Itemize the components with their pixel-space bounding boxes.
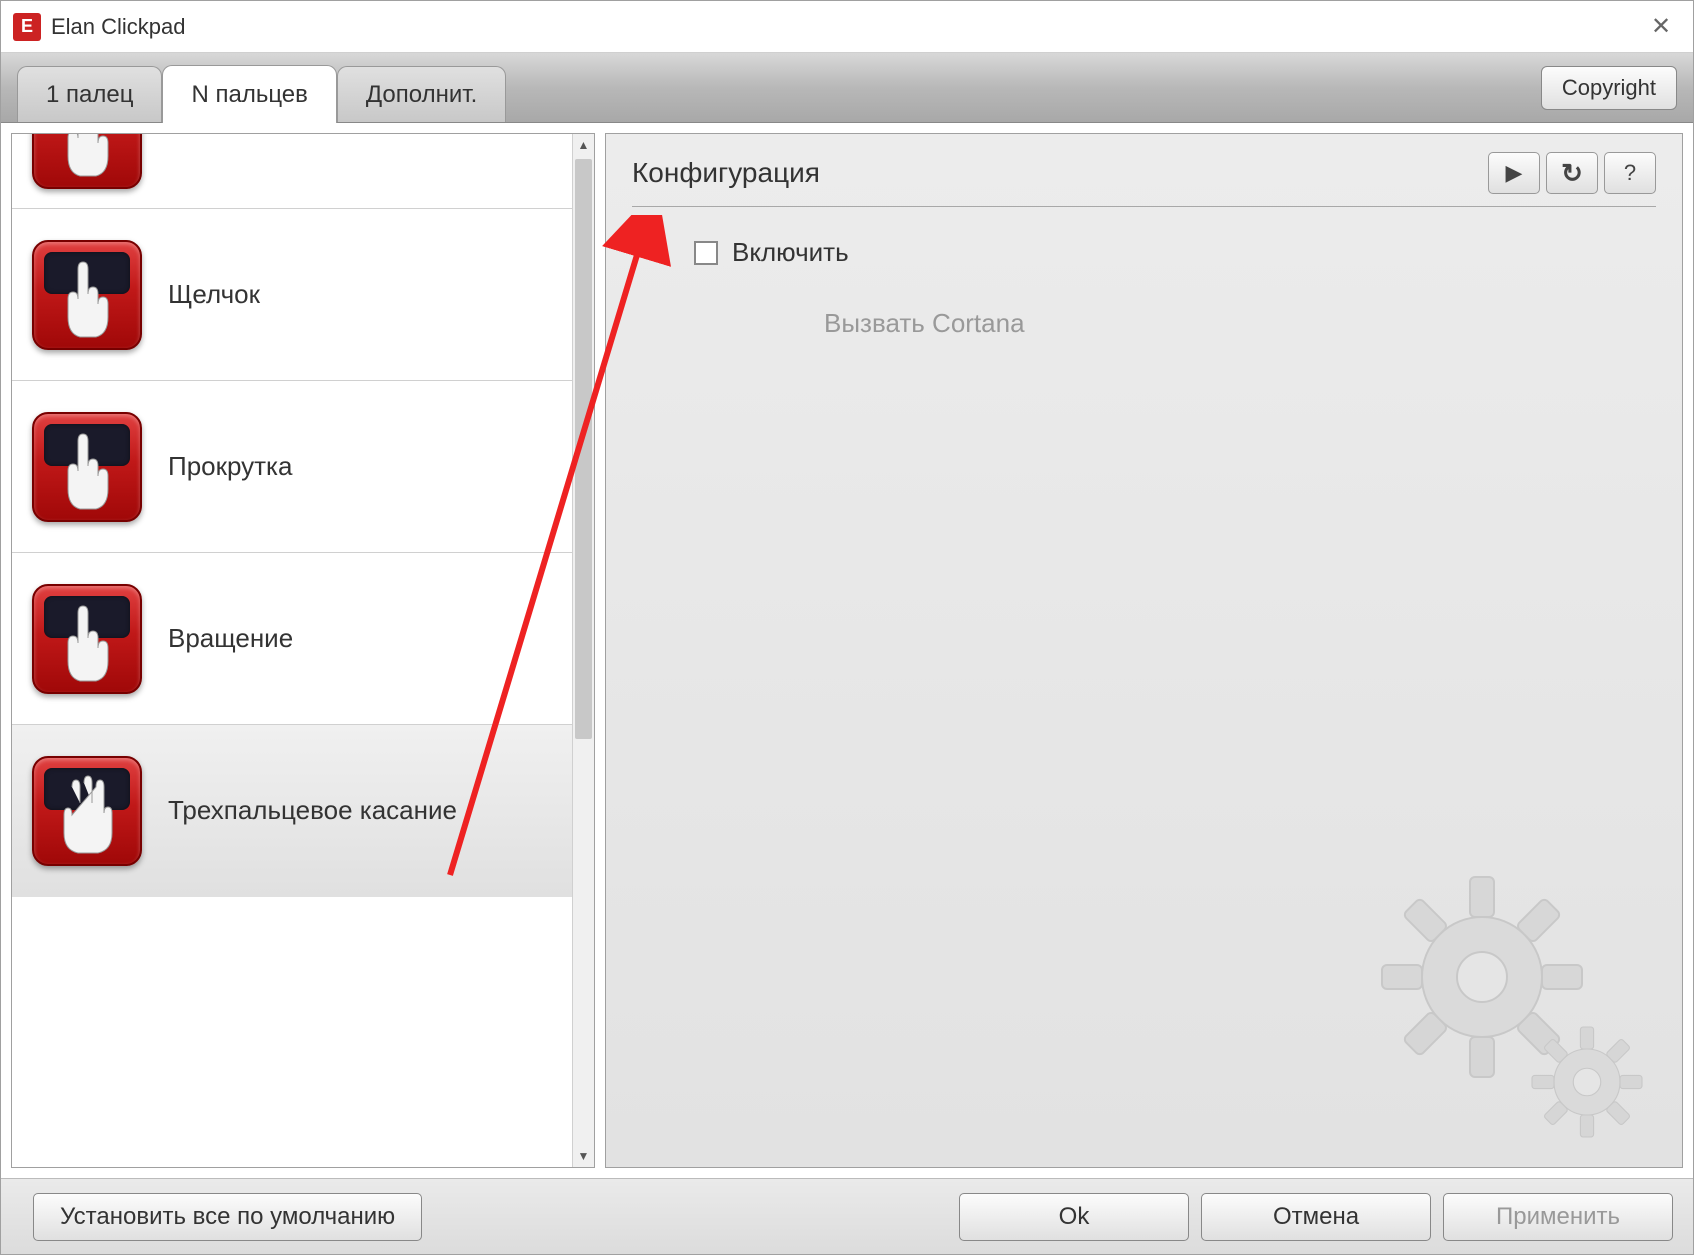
play-button[interactable]: ▶ <box>1488 152 1540 194</box>
app-icon: E <box>13 13 41 41</box>
scroll-up-icon[interactable]: ▲ <box>573 134 594 156</box>
footer: Установить все по умолчанию Ok Отмена Пр… <box>1 1178 1693 1254</box>
refresh-icon: ↻ <box>1561 158 1583 189</box>
ok-button[interactable]: Ok <box>959 1193 1189 1241</box>
refresh-button[interactable]: ↻ <box>1546 152 1598 194</box>
scroll-thumb[interactable] <box>575 159 592 739</box>
apply-button[interactable]: Применить <box>1443 1193 1673 1241</box>
scrollbar[interactable]: ▲ ▼ <box>572 134 594 1167</box>
tabbar: 1 палец N пальцев Дополнит. Copyright <box>1 53 1693 123</box>
scroll-gesture-icon <box>32 412 142 522</box>
copyright-button[interactable]: Copyright <box>1541 66 1677 110</box>
enable-label: Включить <box>732 237 849 268</box>
gesture-list-panel: Масштаб Щелчок Прокрутка <box>11 133 595 1168</box>
list-item[interactable]: Прокрутка <box>12 381 594 553</box>
tab-n-fingers[interactable]: N пальцев <box>162 65 336 123</box>
list-item[interactable]: Трехпальцевое касание <box>12 725 594 897</box>
play-icon: ▶ <box>1506 160 1523 186</box>
tab-label: 1 палец <box>46 81 133 109</box>
close-icon[interactable]: ✕ <box>1641 7 1681 47</box>
help-button[interactable]: ? <box>1604 152 1656 194</box>
gears-decoration-icon <box>1352 847 1652 1147</box>
window-title: Elan Clickpad <box>51 14 1641 40</box>
enable-checkbox[interactable] <box>694 241 718 265</box>
list-item-label: Щелчок <box>168 279 260 310</box>
list-item[interactable]: Щелчок <box>12 209 594 381</box>
cancel-button[interactable]: Отмена <box>1201 1193 1431 1241</box>
zoom-gesture-icon <box>32 134 142 189</box>
tab-label: N пальцев <box>191 81 307 109</box>
list-item[interactable]: Вращение <box>12 553 594 725</box>
tab-one-finger[interactable]: 1 палец <box>17 66 162 122</box>
tab-label: Дополнит. <box>366 81 477 109</box>
defaults-button[interactable]: Установить все по умолчанию <box>33 1193 422 1241</box>
list-item[interactable]: Масштаб <box>12 134 594 209</box>
help-icon: ? <box>1624 160 1636 186</box>
scroll-down-icon[interactable]: ▼ <box>573 1145 594 1167</box>
list-item-label: Трехпальцевое касание <box>168 795 457 826</box>
threetap-gesture-icon <box>32 756 142 866</box>
config-panel: Конфигурация ▶ ↻ ? Включить Вызвать Cort… <box>605 133 1683 1168</box>
action-label: Вызвать Cortana <box>824 308 1656 339</box>
config-title: Конфигурация <box>632 157 820 189</box>
tab-additional[interactable]: Дополнит. <box>337 66 506 122</box>
titlebar: E Elan Clickpad ✕ <box>1 1 1693 53</box>
list-item-label: Вращение <box>168 623 293 654</box>
rotate-gesture-icon <box>32 584 142 694</box>
list-item-label: Прокрутка <box>168 451 292 482</box>
click-gesture-icon <box>32 240 142 350</box>
